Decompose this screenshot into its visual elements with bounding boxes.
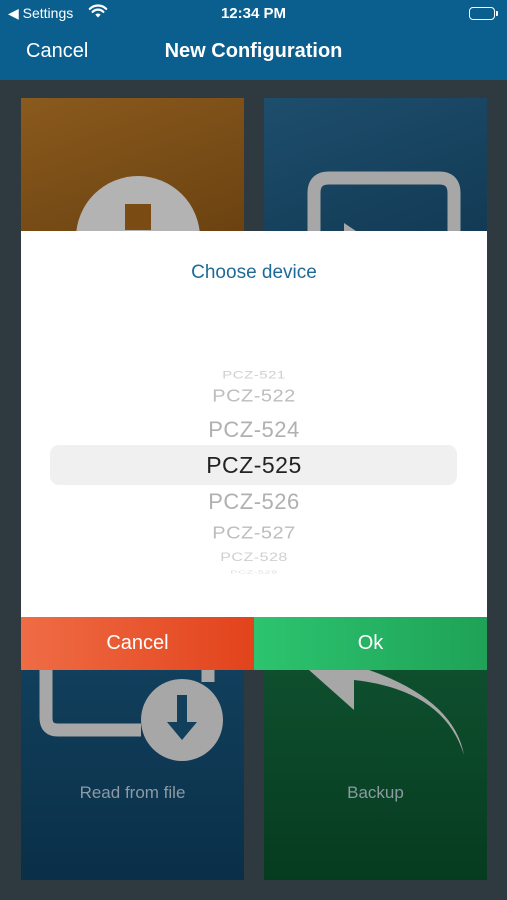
picker-item[interactable]: PCZ-529 [21,569,487,574]
picker-item[interactable]: PCZ-522 [21,386,487,406]
picker-item[interactable]: PCZ-521 [21,369,487,381]
choose-device-dialog: Choose device PCZ-521 PCZ-522 PCZ-524 PC… [21,231,487,670]
picker-item[interactable]: PCZ-526 [21,489,487,515]
backup-arrow-icon [309,670,464,755]
dialog-cancel-button[interactable]: Cancel [21,617,254,670]
status-time: 12:34 PM [220,5,287,22]
dialog-title: Choose device [191,262,317,283]
top-bar: ◀ Settings 12:34 PM Cancel New Configura… [0,0,507,80]
tile-top-right[interactable] [264,98,487,231]
picker-item[interactable]: PCZ-527 [21,523,487,543]
picker-item[interactable]: PCZ-528 [21,552,487,565]
picker-item-selected[interactable]: PCZ-525 [21,452,487,479]
file-download-icon [39,670,223,761]
battery-icon [469,7,498,20]
tile-read-from-file[interactable]: Read from file [21,670,244,880]
read-from-file-label: Read from file [79,783,186,802]
tile-top-left[interactable] [21,98,244,231]
page-title: New Configuration [164,40,343,62]
picker-item[interactable]: PCZ-524 [21,417,487,443]
document-icon [307,171,461,231]
dialog-ok-button[interactable]: Ok [254,617,487,670]
tile-backup[interactable]: Backup [264,670,487,880]
status-bar: ◀ Settings 12:34 PM [0,0,507,28]
download-circle-icon [76,176,200,231]
backup-label: Backup [347,783,404,802]
